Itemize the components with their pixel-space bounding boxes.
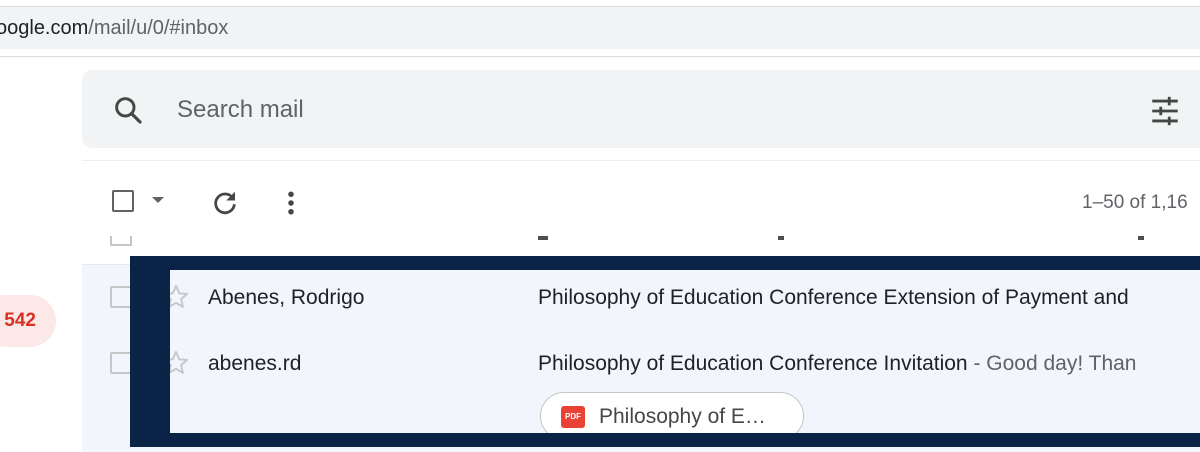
row-text-cut [538,236,1178,240]
url-host: oogle.com [0,17,89,39]
email-snippet: - Good day! Than [967,352,1137,375]
subject-text: Philosophy of Education Conference Exten… [538,286,1129,309]
subject-text: Philosophy of Education Conference Invit… [538,352,968,375]
pagination-text: 1–50 of 1,16 [1082,192,1188,213]
url-text[interactable]: oogle.com/mail/u/0/#inbox [0,17,228,40]
row-checkbox[interactable] [110,286,132,308]
row-checkbox[interactable] [110,236,132,246]
email-subject: Philosophy of Education Conference Invit… [538,352,1137,376]
mail-toolbar: 1–50 of 1,16 [82,170,1200,236]
inbox-count-badge[interactable]: 542 [0,295,56,347]
sender-name: abenes.rd [208,352,302,375]
url-path: /mail/u/0/#inbox [88,17,229,39]
tune-icon[interactable] [1148,94,1182,128]
overlay-frame-left [130,256,170,447]
row-checkbox[interactable] [110,352,132,374]
chevron-down-icon[interactable] [152,197,164,203]
select-all-checkbox[interactable] [112,190,134,212]
overlay-frame-top [130,256,1200,270]
search-input[interactable]: Search mail [177,96,304,124]
address-bar[interactable]: oogle.com/mail/u/0/#inbox [0,6,1200,49]
overlay-frame-bottom [130,433,1200,447]
more-vert-icon[interactable] [286,188,296,218]
search-icon[interactable] [112,94,144,126]
sender-name: Abenes, Rodrigo [208,286,365,309]
divider [82,160,1200,161]
refresh-icon[interactable] [210,188,240,218]
search-bar[interactable]: Search mail [82,70,1200,148]
divider [0,56,1200,57]
list-item[interactable]: Abenes, Rodrigo Philosophy of Education … [82,266,1200,333]
attachment-name: Philosophy of E… [599,405,766,428]
email-subject: Philosophy of Education Conference Exten… [538,286,1129,310]
inbox-count: 542 [4,310,36,331]
pdf-icon: PDF [561,406,585,428]
